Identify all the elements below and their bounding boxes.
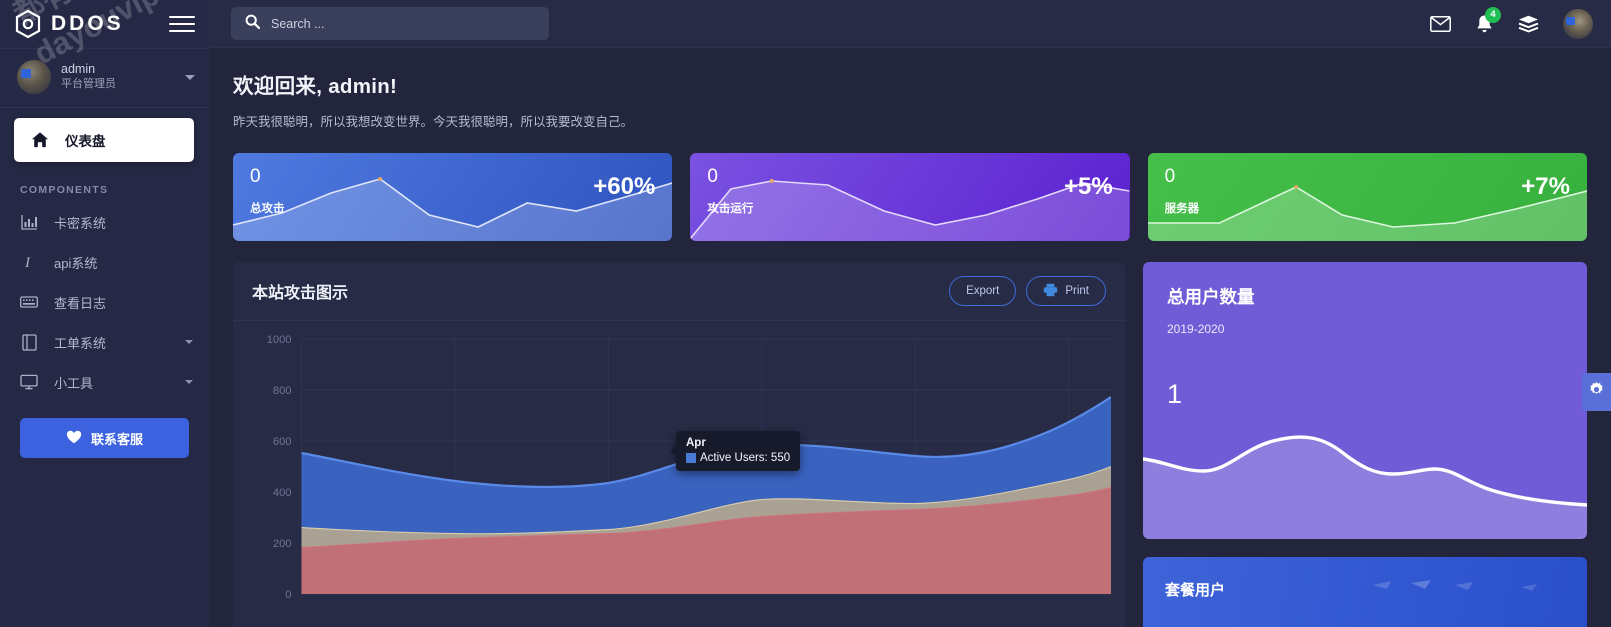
settings-tab-button[interactable] bbox=[1582, 373, 1611, 411]
stat-cards-row: 0 总攻击 +60% 0 攻击运行 +5% 0 服务器 +7% bbox=[233, 153, 1587, 241]
contact-support-button[interactable]: 联系客服 bbox=[20, 418, 189, 458]
svg-text:I: I bbox=[24, 255, 31, 270]
stacked-area-chart[interactable]: 1000 800 600 400 200 0 Apr Active Users:… bbox=[233, 321, 1125, 614]
chart-svg: 1000 800 600 400 200 0 bbox=[267, 334, 1111, 601]
tooltip-title: Apr bbox=[686, 437, 706, 449]
gear-icon bbox=[1588, 381, 1605, 403]
stat-percent: +5% bbox=[1063, 173, 1113, 200]
stat-label: 服务器 bbox=[1164, 203, 1200, 215]
topbar-icons: 4 bbox=[1430, 6, 1593, 39]
topbar: 4 bbox=[209, 0, 1611, 48]
chevron-down-icon[interactable] bbox=[185, 74, 195, 80]
page-title: 欢迎回来, admin! bbox=[233, 75, 398, 98]
svg-text:400: 400 bbox=[273, 487, 292, 499]
avatar bbox=[17, 60, 51, 94]
page-content: 欢迎回来, admin! 昨天我很聪明，所以我想改变世界。今天我很聪明，所以我要… bbox=[209, 48, 1611, 627]
svg-text:800: 800 bbox=[273, 385, 292, 397]
home-icon bbox=[31, 131, 49, 149]
profile-role: 平台管理员 bbox=[61, 77, 116, 90]
search-box[interactable] bbox=[231, 7, 549, 40]
sidebar-item-logs[interactable]: 查看日志 bbox=[0, 282, 209, 322]
right-panel: 总用户数量 2019-2020 1 套餐用户 bbox=[1143, 262, 1587, 627]
layers-icon[interactable] bbox=[1518, 15, 1539, 33]
search-icon bbox=[245, 14, 261, 34]
series-swatch-icon bbox=[686, 453, 696, 463]
bell-icon[interactable]: 4 bbox=[1475, 6, 1501, 34]
sidebar: DDOS admin 平台管理员 仪表盘 COMPONENTS 卡密系统 I a… bbox=[0, 0, 209, 627]
total-users-period: 2019-2020 bbox=[1167, 322, 1225, 336]
contact-support-label: 联系客服 bbox=[90, 431, 143, 447]
tooltip-value: Active Users: 550 bbox=[700, 452, 791, 464]
stat-card-servers[interactable]: 0 服务器 +7% bbox=[1147, 153, 1587, 241]
sidebar-item-tools[interactable]: 小工具 bbox=[0, 362, 209, 402]
stat-card-attacks-running[interactable]: 0 攻击运行 +5% bbox=[690, 153, 1130, 241]
svg-text:0: 0 bbox=[285, 589, 291, 601]
print-label: Print bbox=[1065, 285, 1089, 297]
profile-meta: admin 平台管理员 bbox=[61, 62, 116, 91]
sidebar-item-logs-label: 查看日志 bbox=[54, 295, 107, 311]
sidebar-menu: 仪表盘 COMPONENTS 卡密系统 I api系统 查看日志 工单系统 小工… bbox=[0, 108, 209, 458]
sidebar-item-kami-label: 卡密系统 bbox=[54, 215, 107, 231]
profile-name: admin bbox=[61, 62, 96, 77]
svg-text:200: 200 bbox=[273, 538, 292, 550]
cube-logo-icon bbox=[14, 9, 42, 39]
printer-icon bbox=[1043, 283, 1058, 300]
panel-actions: Export Print bbox=[949, 276, 1106, 306]
total-users-count: 1 bbox=[1167, 379, 1183, 409]
attack-chart-panel: 本站攻击图示 Export Print 1000 800 600 400 200… bbox=[233, 262, 1125, 627]
svg-text:600: 600 bbox=[273, 436, 292, 448]
keyboard-icon bbox=[20, 293, 38, 311]
plan-users-title: 套餐用户 bbox=[1165, 582, 1226, 599]
sidebar-item-kami[interactable]: 卡密系统 bbox=[0, 202, 209, 242]
sidebar-section-label: COMPONENTS bbox=[20, 184, 109, 196]
svg-text:1000: 1000 bbox=[267, 334, 292, 346]
monitor-icon bbox=[20, 373, 38, 391]
stat-label: 攻击运行 bbox=[707, 203, 754, 215]
stat-value: 0 bbox=[707, 166, 718, 187]
total-users-body: 总用户数量 2019-2020 1 bbox=[1143, 262, 1587, 410]
brand-name: DDOS bbox=[51, 12, 124, 35]
sidebar-item-api[interactable]: I api系统 bbox=[0, 242, 209, 282]
dashboard-app: DDOS admin 平台管理员 仪表盘 COMPONENTS 卡密系统 I a… bbox=[0, 0, 1611, 627]
panel-header: 本站攻击图示 Export Print bbox=[233, 262, 1125, 321]
export-label: Export bbox=[966, 285, 1000, 297]
main-area: 4 欢迎回来, admin! 昨天我很聪明，所以我想改变世界。今天我很聪明，所以… bbox=[209, 0, 1611, 627]
total-users-card[interactable]: 总用户数量 2019-2020 1 bbox=[1143, 262, 1587, 539]
notification-badge: 4 bbox=[1485, 6, 1501, 23]
plan-users-card[interactable]: 套餐用户 bbox=[1143, 557, 1587, 627]
sidebar-item-api-label: api系统 bbox=[54, 255, 98, 271]
brand-header: DDOS bbox=[0, 0, 209, 48]
stat-value: 0 bbox=[1164, 166, 1176, 187]
users-area-chart bbox=[1143, 435, 1587, 539]
sidebar-item-tickets[interactable]: 工单系统 bbox=[0, 322, 209, 362]
italic-text-icon: I bbox=[20, 253, 38, 271]
stat-percent: +60% bbox=[593, 173, 656, 200]
chart-bar-icon bbox=[20, 213, 38, 231]
page-subtitle: 昨天我很聪明，所以我想改变世界。今天我很聪明，所以我要改变自己。 bbox=[233, 115, 634, 129]
stat-card-total-attacks[interactable]: 0 总攻击 +60% bbox=[233, 153, 673, 241]
avatar[interactable] bbox=[1563, 8, 1593, 39]
sidebar-item-dashboard[interactable]: 仪表盘 bbox=[14, 118, 194, 162]
print-button[interactable]: Print bbox=[1026, 276, 1106, 306]
chevron-down-icon[interactable] bbox=[185, 340, 193, 344]
heart-icon bbox=[66, 430, 82, 447]
chevron-down-icon[interactable] bbox=[185, 380, 193, 384]
lower-row: 本站攻击图示 Export Print 1000 800 600 400 200… bbox=[233, 262, 1587, 627]
search-input[interactable] bbox=[271, 16, 535, 31]
panel-title: 本站攻击图示 bbox=[252, 285, 349, 302]
stat-percent: +7% bbox=[1521, 173, 1570, 200]
mail-icon[interactable] bbox=[1430, 15, 1451, 32]
hamburger-icon[interactable] bbox=[169, 14, 195, 34]
total-users-title: 总用户数量 bbox=[1167, 287, 1255, 307]
book-icon bbox=[20, 333, 38, 351]
sidebar-item-tickets-label: 工单系统 bbox=[54, 335, 107, 351]
sidebar-profile[interactable]: admin 平台管理员 bbox=[0, 49, 209, 107]
tooltip-row: Active Users: 550 bbox=[686, 452, 790, 464]
sidebar-item-tools-label: 小工具 bbox=[54, 375, 94, 391]
chart-tooltip: Apr Active Users: 550 bbox=[669, 431, 801, 471]
export-button[interactable]: Export bbox=[949, 276, 1017, 306]
stat-label: 总攻击 bbox=[250, 203, 285, 215]
sidebar-item-dashboard-label: 仪表盘 bbox=[65, 134, 106, 149]
